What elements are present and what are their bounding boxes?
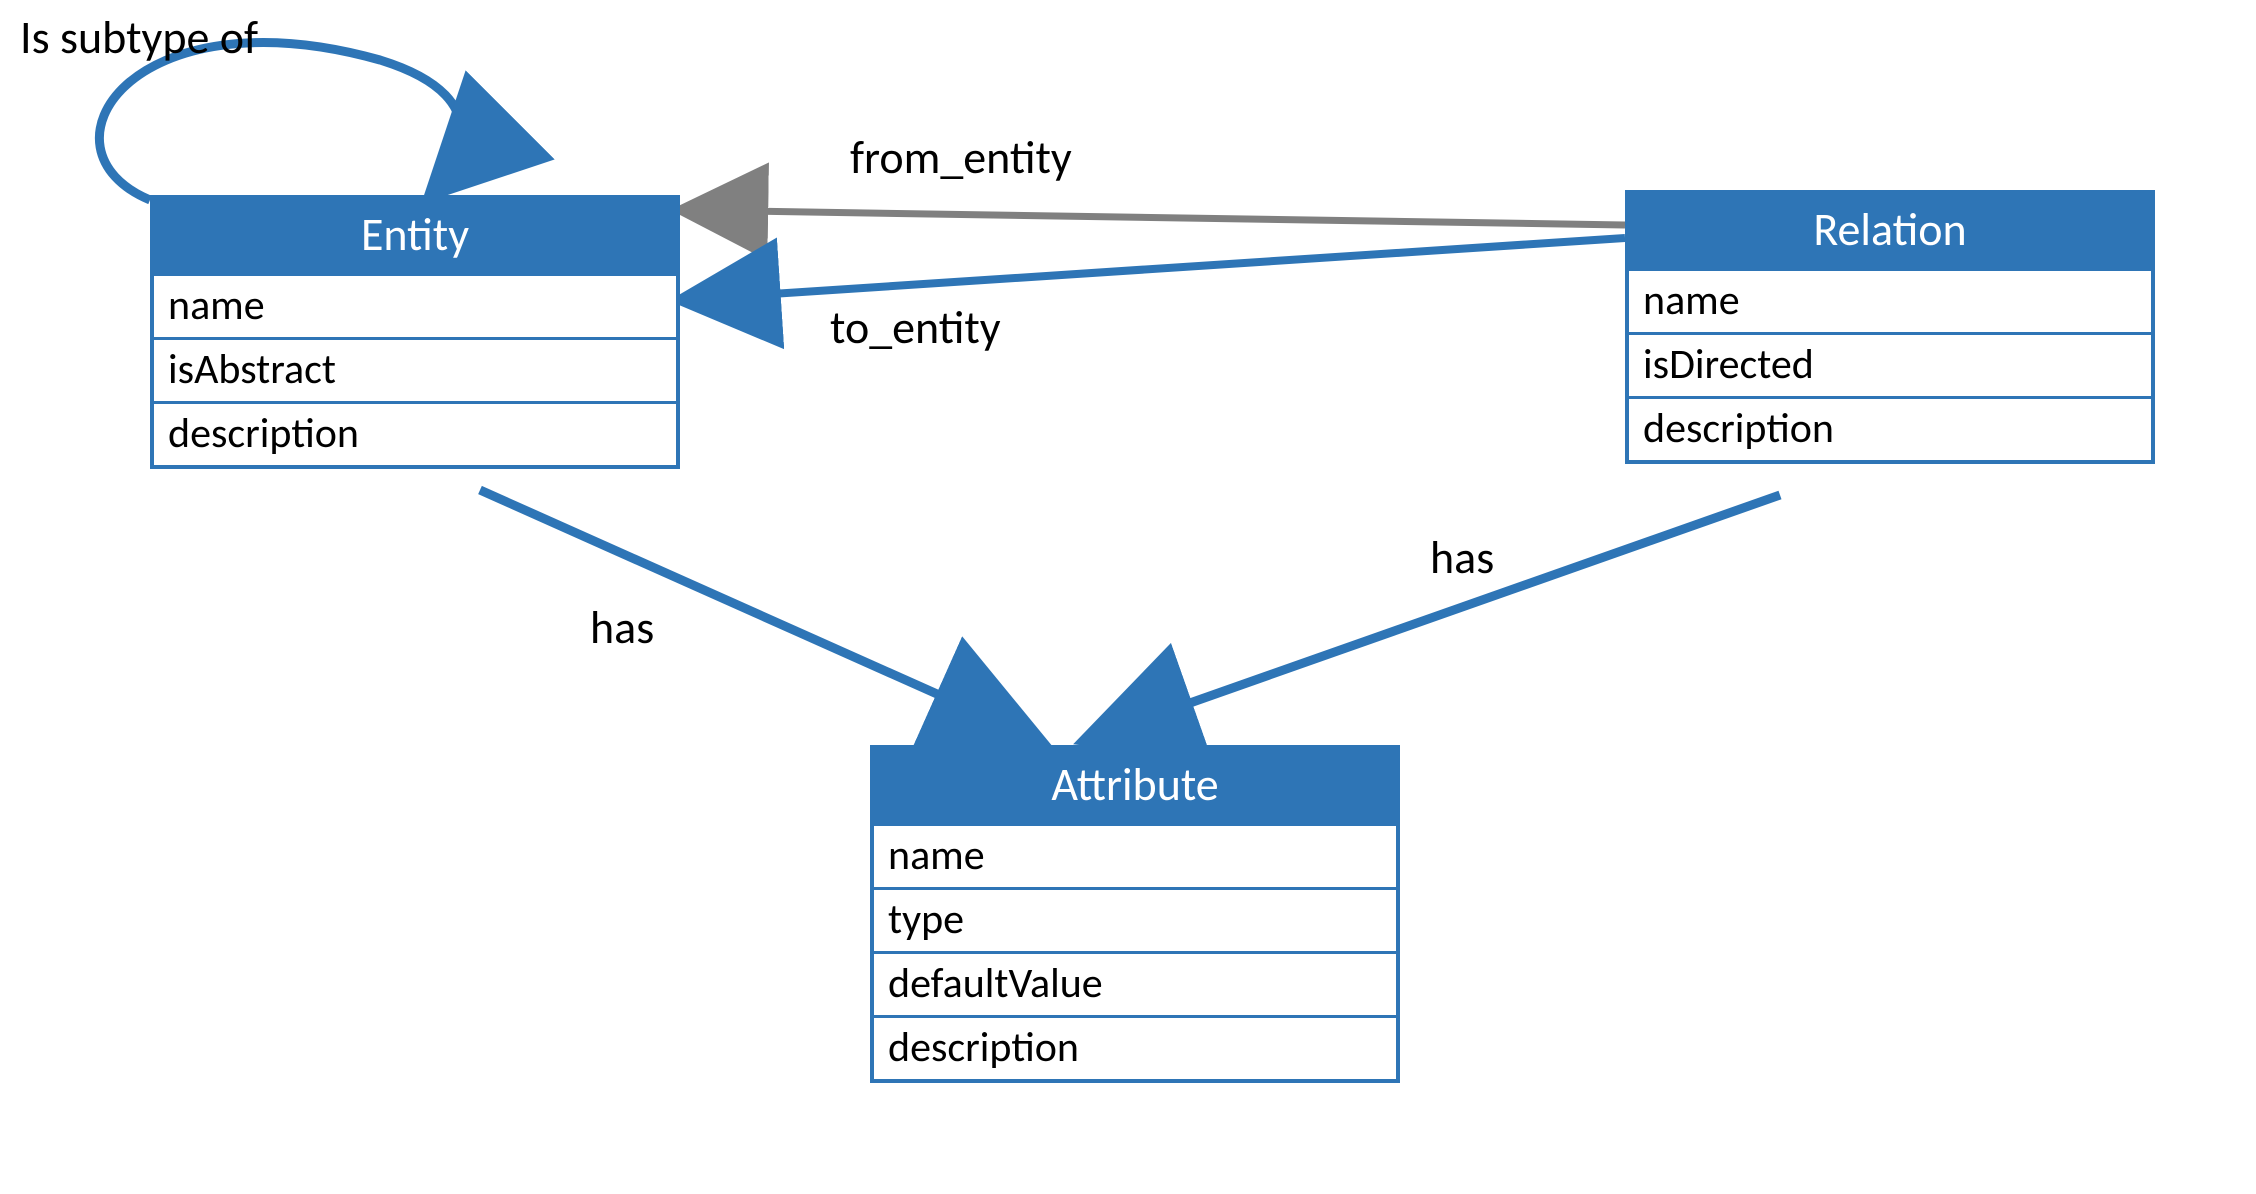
entity-box[interactable]: Entity name isAbstract description [150,195,680,469]
attribute-attr-2: defaultValue [874,951,1396,1015]
relation-attr-1: isDirected [1629,332,2151,396]
relation-attr-0: name [1629,268,2151,332]
er-diagram: Entity name isAbstract description Relat… [0,0,2256,1194]
entity-attr-2: description [154,401,676,465]
entity-attr-1: isAbstract [154,337,676,401]
label-subtype: Is subtype of [20,10,258,66]
relation-attr-2: description [1629,396,2151,460]
label-has-right: has [1430,530,1494,586]
edge-from-entity [680,210,1625,225]
label-from-entity: from_entity [850,130,1072,186]
attribute-attr-1: type [874,887,1396,951]
edge-to-entity [680,238,1625,300]
edge-subtype [99,43,461,200]
attribute-box[interactable]: Attribute name type defaultValue descrip… [870,745,1400,1083]
entity-title: Entity [154,199,676,273]
label-has-left: has [590,600,654,656]
attribute-title: Attribute [874,749,1396,823]
entity-attr-0: name [154,273,676,337]
label-to-entity: to_entity [830,300,1001,356]
attribute-attr-0: name [874,823,1396,887]
relation-title: Relation [1629,194,2151,268]
relation-box[interactable]: Relation name isDirected description [1625,190,2155,464]
edge-has-left [480,490,1040,740]
attribute-attr-3: description [874,1015,1396,1079]
